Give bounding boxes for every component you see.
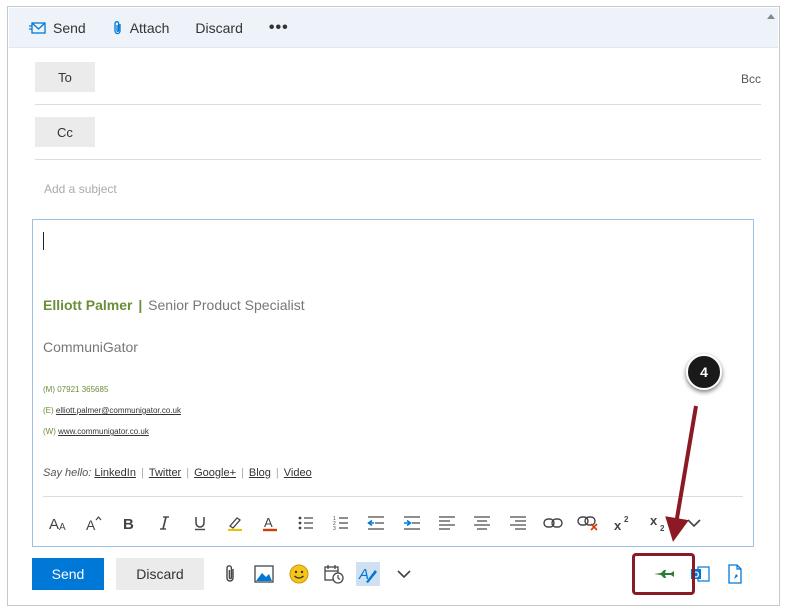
increase-indent-icon[interactable] [394, 512, 429, 534]
numbering-icon[interactable]: 123 [323, 512, 358, 534]
signature-web: (W) www.communigator.co.uk [43, 427, 149, 436]
italic-icon[interactable] [147, 512, 182, 534]
linkedin-link[interactable]: LinkedIn [94, 467, 136, 479]
email-prefix: (E) [43, 406, 54, 415]
bullets-icon[interactable] [288, 512, 323, 534]
send-icon [29, 21, 46, 34]
document-addin-icon[interactable] [723, 562, 747, 586]
email-link[interactable]: elliott.palmer@communigator.co.uk [56, 406, 181, 415]
toolbar-send-button[interactable]: Send [29, 20, 86, 36]
mobile-number: 07921 365685 [57, 385, 109, 394]
scroll-up-arrow-icon[interactable] [767, 14, 775, 19]
svg-text:A: A [49, 516, 59, 532]
insert-link-icon[interactable] [535, 512, 570, 534]
svg-text:A: A [86, 517, 96, 532]
signature-name-line: Elliott Palmer | Senior Product Speciali… [43, 297, 305, 313]
toolbar-send-label: Send [53, 19, 86, 36]
toolbar-discard-label: Discard [195, 19, 243, 36]
blog-link[interactable]: Blog [249, 467, 271, 479]
annotation-highlight-box [632, 553, 695, 595]
social-separator: | [241, 467, 244, 479]
remove-link-icon[interactable] [570, 512, 605, 534]
svg-text:2: 2 [624, 515, 629, 524]
svg-text:A: A [264, 515, 273, 530]
underline-icon[interactable] [182, 512, 217, 534]
superscript-icon[interactable]: x2 [606, 512, 641, 534]
toolbar-attach-label: Attach [129, 19, 170, 36]
signature-social-links: Say hello: LinkedIn | Twitter | Google+ | Blog… [43, 467, 312, 479]
align-left-icon[interactable] [429, 512, 464, 534]
cc-field: Cc [35, 115, 761, 160]
emoji-icon[interactable] [287, 562, 311, 586]
compose-toolbar: Send Attach Discard ••• [9, 8, 778, 48]
toolbar-more-button[interactable]: ••• [269, 19, 289, 37]
video-link[interactable]: Video [284, 467, 312, 479]
toolbar-attach-button[interactable]: Attach [112, 19, 170, 36]
social-separator: | [140, 467, 144, 479]
font-size-decrease-icon[interactable]: AA [41, 512, 76, 534]
svg-text:3: 3 [333, 526, 336, 531]
web-link[interactable]: www.communigator.co.uk [58, 427, 149, 436]
svg-text:A: A [59, 522, 66, 532]
message-body-editor[interactable]: Elliott Palmer | Senior Product Speciali… [32, 219, 754, 547]
formatting-toolbar: AA A B A 123 x2 x2 [41, 512, 712, 534]
paperclip-icon [114, 20, 121, 34]
signature-name: Elliott Palmer [43, 297, 133, 313]
web-prefix: (W) [43, 427, 56, 436]
bcc-link[interactable]: Bcc [741, 72, 761, 86]
signature-email: (E) elliott.palmer@communigator.co.uk [43, 406, 181, 415]
svg-text:x: x [614, 518, 622, 531]
decrease-indent-icon[interactable] [359, 512, 394, 534]
toolbar-discard-button[interactable]: Discard [195, 20, 242, 36]
subject-input[interactable]: Add a subject [44, 182, 117, 196]
googleplus-link[interactable]: Google+ [194, 467, 236, 479]
discard-button[interactable]: Discard [116, 558, 204, 590]
highlight-icon[interactable] [217, 512, 252, 534]
align-center-icon[interactable] [465, 512, 500, 534]
bold-icon[interactable]: B [112, 512, 147, 534]
font-color-icon[interactable]: A [253, 512, 288, 534]
text-cursor [43, 232, 44, 250]
send-button[interactable]: Send [32, 558, 104, 590]
social-separator: | [186, 467, 190, 479]
insert-picture-icon[interactable] [252, 562, 276, 586]
signature-separator: | [138, 297, 143, 313]
svg-text:2: 2 [660, 524, 665, 532]
subscript-icon[interactable]: x2 [641, 512, 676, 534]
step-number-badge: 4 [686, 354, 722, 390]
svg-text:x: x [650, 514, 658, 528]
signature-mobile: (M) 07921 365685 [43, 385, 108, 394]
formatting-toggle-icon[interactable]: A [356, 562, 380, 586]
twitter-link[interactable]: Twitter [149, 467, 181, 479]
to-field: To Bcc [35, 60, 761, 105]
attach-icon[interactable] [218, 562, 242, 586]
to-button[interactable]: To [35, 62, 95, 92]
say-hello-label: Say hello: [43, 467, 92, 479]
mobile-prefix: (M) [43, 385, 55, 394]
font-size-increase-icon[interactable]: A [76, 512, 111, 534]
align-right-icon[interactable] [500, 512, 535, 534]
signature-company: CommuniGator [43, 339, 138, 355]
schedule-send-icon[interactable] [322, 562, 346, 586]
social-separator: | [275, 467, 279, 479]
more-options-chevron-icon[interactable] [392, 562, 416, 586]
more-formatting-chevron-icon[interactable] [676, 512, 711, 534]
more-icon: ••• [268, 18, 289, 36]
formatting-divider [43, 496, 743, 497]
cc-button[interactable]: Cc [35, 117, 95, 147]
svg-text:B: B [123, 516, 134, 531]
signature-role: Senior Product Specialist [148, 297, 305, 313]
